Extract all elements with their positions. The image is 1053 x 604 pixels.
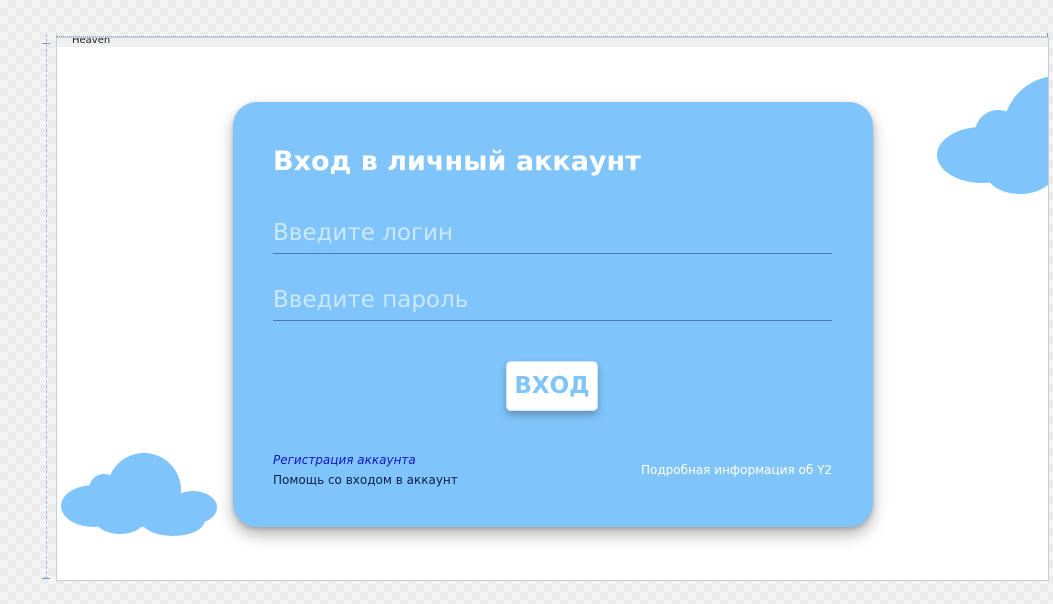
designer-guide-tick xyxy=(42,43,50,44)
help-link[interactable]: Помощь со входом в аккаунт xyxy=(273,473,458,487)
info-link[interactable]: Подробная информация об Y2 xyxy=(641,463,832,477)
login-card: Вход в личный аккаунт ВХОД Регистрация а… xyxy=(233,102,873,527)
login-input[interactable] xyxy=(273,213,832,254)
login-heading: Вход в личный аккаунт xyxy=(273,146,641,177)
password-input[interactable] xyxy=(273,280,832,321)
register-link[interactable]: Регистрация аккаунта xyxy=(273,453,416,467)
window-titlebar[interactable]: Heaven xyxy=(57,38,1048,47)
window-title: Heaven xyxy=(72,37,111,46)
designer-guide-tick xyxy=(42,578,50,579)
designer-guide-line xyxy=(46,34,47,579)
form-window: Heaven Вход в личный аккаунт ВХОД Регист… xyxy=(56,37,1049,581)
login-button[interactable]: ВХОД xyxy=(506,361,598,411)
